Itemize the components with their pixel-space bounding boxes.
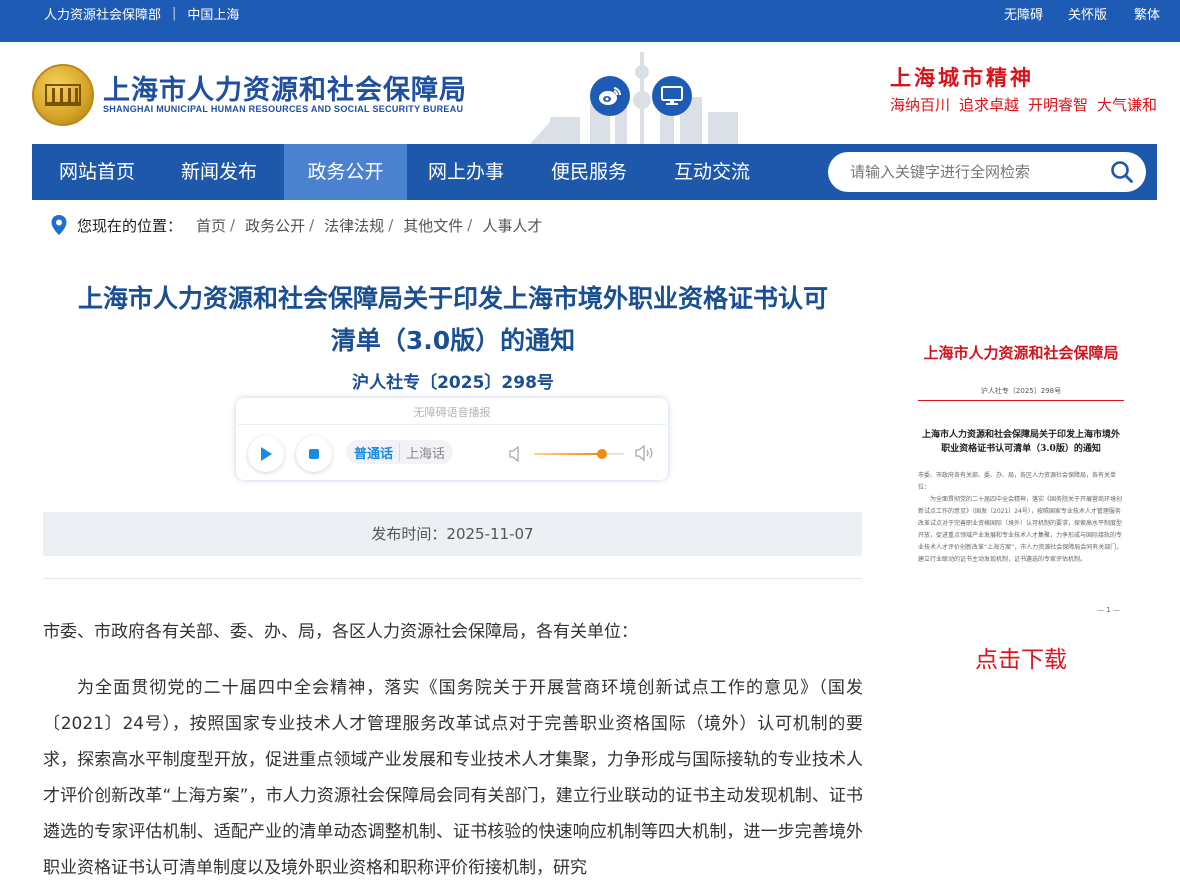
top-bar: 人力资源社会保障部 | 中国上海 无障碍 关怀版 繁体: [0, 0, 1180, 42]
accessibility-link[interactable]: 无障碍: [1004, 4, 1043, 23]
doc-body: 为全面贯彻党的二十届四中全会精神，落实《国务院关于开展营商环境创新试点工作的意见…: [918, 496, 1123, 563]
breadcrumb-home[interactable]: 首页: [196, 215, 226, 236]
search-input[interactable]: 请输入关键字进行全网检索: [850, 161, 1030, 182]
main-nav: 网站首页 新闻发布 政务公开 网上办事 便民服务 互动交流 请输入关键字进行全网…: [32, 144, 1157, 200]
mohrss-link[interactable]: 人力资源社会保障部: [44, 4, 161, 23]
nav-item-home[interactable]: 网站首页: [59, 144, 135, 200]
desktop-version-button[interactable]: [652, 76, 692, 116]
doc-number: 沪人社专〔2025〕298号: [980, 387, 1062, 395]
nav-item-public-services[interactable]: 便民服务: [551, 144, 627, 200]
bureau-emblem-logo[interactable]: [32, 64, 94, 126]
player-divider: [238, 424, 666, 425]
volume-low-icon[interactable]: [508, 445, 524, 463]
volume-fill: [534, 453, 602, 455]
stop-icon: [309, 449, 319, 459]
play-icon: [261, 447, 272, 461]
search-icon[interactable]: [1110, 160, 1134, 184]
volume-high-icon[interactable]: [634, 444, 656, 462]
article-title-line2: 清单（3.0版）的通知: [330, 326, 576, 355]
article-title: 上海市人力资源和社会保障局关于印发上海市境外职业资格证书认可 清单（3.0版）的…: [43, 278, 863, 362]
doc-body-text: 市委、市政府各有关部、委、办、局，各区人力资源社会保障局，各有关单位： 为全面贯…: [918, 470, 1124, 566]
traditional-chinese-link[interactable]: 繁体: [1134, 4, 1160, 23]
doc-greeting: 市委、市政府各有关部、委、办、局，各区人力资源社会保障局，各有关单位：: [918, 472, 1117, 491]
city-spirit-words: 海纳百川 追求卓越 开明睿智 大气谦和: [890, 94, 1166, 115]
shanghainese-option[interactable]: 上海话: [400, 443, 453, 462]
article-body: 市委、市政府各有关部、委、办、局，各区人力资源社会保障局，各有关单位： 为全面贯…: [43, 614, 863, 886]
spirit-word: 大气谦和: [1097, 96, 1158, 114]
breadcrumb-separator: /: [467, 216, 473, 234]
doc-header: 上海市人力资源和社会保障局: [923, 344, 1119, 362]
city-spirit-title: 上海城市精神: [890, 65, 1034, 90]
doc-red-rule: [918, 400, 1124, 401]
article-title-line1: 上海市人力资源和社会保障局关于印发上海市境外职业资格证书认可: [77, 284, 828, 313]
top-separator: |: [172, 6, 177, 21]
article-paragraph: 为全面贯彻党的二十届四中全会精神，落实《国务院关于开展营商环境创新试点工作的意见…: [43, 678, 863, 878]
doc-title: 上海市人力资源和社会保障局关于印发上海市境外职业资格证书认可清单（3.0版）的通…: [921, 430, 1120, 454]
publish-time: 发布时间：2025-11-07: [43, 512, 862, 556]
volume-slider[interactable]: [534, 449, 624, 459]
nav-item-gov-affairs[interactable]: 政务公开: [284, 144, 407, 200]
location-pin-icon: [51, 215, 67, 235]
nav-item-news[interactable]: 新闻发布: [181, 144, 257, 200]
care-version-link[interactable]: 关怀版: [1068, 4, 1107, 23]
doc-page-number: — 1 —: [1097, 606, 1120, 614]
search-box[interactable]: 请输入关键字进行全网检索: [828, 152, 1146, 192]
language-toggle: 普通话 上海话: [346, 440, 454, 464]
site-title[interactable]: 上海市人力资源和社会保障局: [103, 68, 467, 107]
site-subtitle: SHANGHAI MUNICIPAL HUMAN RESOURCES AND S…: [103, 104, 464, 114]
spirit-word: 海纳百川: [890, 96, 951, 114]
spirit-word: 追求卓越: [959, 96, 1020, 114]
breadcrumb-label: 您现在的位置：: [77, 216, 183, 235]
player-caption: 无障碍语音播报: [413, 406, 491, 419]
document-number: 沪人社专〔2025〕298号: [352, 373, 554, 393]
breadcrumb-separator: /: [230, 216, 236, 234]
breadcrumb-other-docs[interactable]: 其他文件: [403, 215, 463, 236]
breadcrumb-personnel[interactable]: 人事人才: [482, 215, 542, 236]
download-link[interactable]: 点击下载: [910, 640, 1132, 674]
weibo-icon: [599, 87, 622, 105]
breadcrumb-gov-affairs[interactable]: 政务公开: [245, 215, 305, 236]
china-shanghai-link[interactable]: 中国上海: [187, 4, 239, 23]
content-divider: [43, 578, 862, 579]
nav-item-interaction[interactable]: 互动交流: [674, 144, 750, 200]
breadcrumb: 您现在的位置： 首页 / 政务公开 / 法律法规 / 其他文件 / 人事人才: [50, 214, 546, 236]
nav-item-online-services[interactable]: 网上办事: [428, 144, 504, 200]
site-header: 上海市人力资源和社会保障局 SHANGHAI MUNICIPAL HUMAN R…: [0, 42, 1180, 144]
spirit-word: 开明睿智: [1028, 96, 1089, 114]
weibo-button[interactable]: [590, 76, 630, 116]
top-links-left: 人力资源社会保障部 | 中国上海: [44, 4, 239, 23]
audio-player: 无障碍语音播报 普通话 上海话: [236, 398, 668, 480]
volume-knob[interactable]: [596, 449, 607, 459]
breadcrumb-laws[interactable]: 法律法规: [324, 215, 384, 236]
monitor-icon: [661, 86, 683, 105]
mandarin-option[interactable]: 普通话: [346, 442, 401, 462]
article-greeting: 市委、市政府各有关部、委、办、局，各区人力资源社会保障局，各有关单位：: [43, 622, 638, 642]
stop-button[interactable]: [296, 436, 332, 472]
breadcrumb-separator: /: [309, 216, 315, 234]
breadcrumb-separator: /: [388, 216, 394, 234]
document-preview[interactable]: 上海市人力资源和社会保障局 沪人社专〔2025〕298号 上海市人力资源和社会保…: [910, 336, 1132, 622]
play-button[interactable]: [248, 436, 284, 472]
top-links-right: 无障碍 关怀版 繁体: [1004, 4, 1160, 23]
